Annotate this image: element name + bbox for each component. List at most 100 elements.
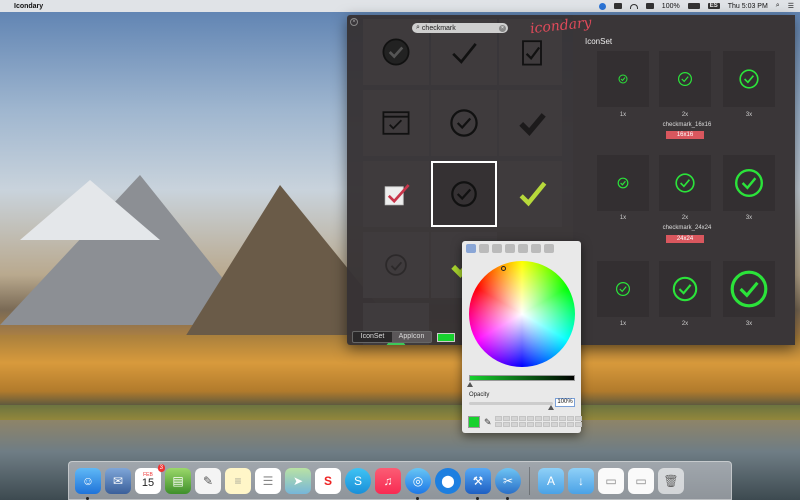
preview-tile[interactable] [597, 261, 649, 317]
sliders-tab-icon[interactable] [479, 244, 489, 253]
crayons-tab-icon[interactable] [544, 244, 554, 253]
opacity-field[interactable]: 100% [555, 398, 575, 407]
color-slot[interactable] [551, 422, 558, 427]
color-slot[interactable] [543, 416, 550, 421]
input-source-flag[interactable]: ES [707, 3, 720, 9]
color-slot[interactable] [519, 422, 526, 427]
battery-icon[interactable] [687, 3, 700, 9]
color-slot[interactable] [519, 416, 526, 421]
maps-icon[interactable]: ➤ [285, 467, 311, 494]
app-menu-name[interactable]: Icondary [14, 3, 43, 10]
color-slot[interactable] [511, 422, 518, 427]
music-icon[interactable]: ♫ [375, 467, 401, 494]
tab-iconset[interactable]: IconSet [353, 332, 392, 342]
preview-tile[interactable] [659, 51, 711, 107]
current-color-swatch[interactable] [468, 416, 480, 428]
color-slot[interactable] [535, 416, 542, 421]
preview-app-icon[interactable]: ✉ [105, 467, 131, 494]
document-stack-icon-2[interactable]: ▭ [628, 467, 654, 494]
notification-center-icon[interactable]: ☰ [788, 2, 794, 10]
opacity-slider[interactable] [469, 402, 553, 405]
textedit-icon[interactable]: ✎ [195, 467, 221, 494]
search-icon[interactable]: ⌕ [776, 2, 780, 10]
search-input[interactable]: checkmark [422, 25, 456, 32]
color-wheel[interactable] [469, 261, 575, 367]
mode-segmented-control[interactable]: IconSet AppIcon [352, 331, 432, 343]
icondary-dock-icon[interactable]: ✂ [495, 467, 521, 500]
size-badge[interactable]: 16x16 [666, 131, 704, 139]
color-slot[interactable] [567, 416, 574, 421]
location-icon[interactable]: ⬤ [435, 467, 461, 494]
airplay-icon[interactable] [613, 3, 622, 9]
icondary-status-icon[interactable] [598, 2, 606, 10]
color-slot[interactable] [535, 422, 542, 427]
image-palettes-tab-icon[interactable] [505, 244, 515, 253]
size-badge[interactable]: 24x24 [666, 235, 704, 243]
palettes-tab-icon[interactable] [492, 244, 502, 253]
icon-cell[interactable] [499, 161, 562, 227]
color-slot[interactable] [495, 416, 502, 421]
color-slot[interactable] [559, 422, 566, 427]
spectrum-tab-icon[interactable] [531, 244, 541, 253]
icon-cell[interactable] [431, 90, 497, 156]
numbers-icon[interactable]: ▤ [165, 467, 191, 494]
color-slot[interactable] [567, 422, 574, 427]
skype-icon[interactable]: S [345, 467, 371, 494]
opacity-knob[interactable] [548, 405, 554, 410]
color-wheel-selector[interactable] [501, 266, 506, 271]
trash-icon[interactable]: 🗑 [658, 467, 684, 494]
menubar-clock[interactable]: Thu 5:03 PM [728, 3, 768, 10]
preview-tile[interactable] [723, 261, 775, 317]
slack-icon[interactable]: S [315, 467, 341, 494]
preview-tile[interactable] [659, 261, 711, 317]
color-slot[interactable] [559, 416, 566, 421]
icon-cell[interactable] [363, 232, 429, 298]
battery-percent[interactable]: 100% [662, 3, 680, 10]
running-indicator [506, 496, 509, 500]
preview-tile[interactable] [723, 155, 775, 211]
wifi-icon[interactable] [629, 3, 638, 9]
eyedropper-icon[interactable]: ✎ [484, 416, 492, 428]
finder-icon[interactable]: ☺ [75, 467, 101, 500]
color-slot[interactable] [503, 416, 510, 421]
preview-tile[interactable] [597, 51, 649, 107]
color-slot[interactable] [495, 422, 502, 427]
mountain-snow [20, 180, 160, 240]
preview-tile[interactable] [659, 155, 711, 211]
brightness-slider[interactable] [469, 375, 575, 381]
clear-search-icon[interactable]: × [499, 24, 506, 32]
color-wheel-tab-icon[interactable] [466, 244, 476, 253]
color-slot[interactable] [527, 422, 534, 427]
volume-icon[interactable] [645, 3, 654, 9]
color-slot[interactable] [543, 422, 550, 427]
tab-appicon[interactable]: AppIcon [392, 332, 431, 342]
notes-icon[interactable]: ≡ [225, 467, 251, 494]
applications-folder-icon[interactable]: A [538, 467, 564, 494]
xcode-icon[interactable]: ⚒ [465, 467, 491, 500]
color-slot[interactable] [503, 422, 510, 427]
color-slot[interactable] [575, 416, 582, 421]
icon-cell[interactable] [363, 161, 429, 227]
pencils-tab-icon[interactable] [518, 244, 528, 253]
calendar-day: 15 [141, 477, 155, 489]
color-slot[interactable] [575, 422, 582, 427]
color-swatch-button[interactable] [437, 333, 455, 342]
check-circle-green-icon [678, 72, 692, 86]
search-field[interactable]: ⌕ checkmark × [412, 23, 508, 33]
icon-cell[interactable] [363, 90, 429, 156]
dock: ☺ ✉ FEB 15 3 ▤ ✎ ≡ ☰ ➤ S S ♫ ◎ ⬤ ⚒ ✂ A ↓… [68, 461, 732, 500]
selected-icon-cell[interactable] [431, 161, 497, 227]
document-stack-icon[interactable]: ▭ [598, 467, 624, 494]
checkmark-green-icon [519, 181, 547, 207]
safari-icon[interactable]: ◎ [405, 467, 431, 500]
preview-tile[interactable] [597, 155, 649, 211]
color-slot[interactable] [527, 416, 534, 421]
brightness-knob[interactable] [467, 382, 473, 387]
downloads-folder-icon[interactable]: ↓ [568, 467, 594, 494]
reminders-icon[interactable]: ☰ [255, 467, 281, 494]
color-slot[interactable] [511, 416, 518, 421]
color-slot[interactable] [551, 416, 558, 421]
icon-cell[interactable] [499, 90, 562, 156]
calendar-icon[interactable]: FEB 15 3 [135, 463, 165, 494]
preview-tile[interactable] [723, 51, 775, 107]
